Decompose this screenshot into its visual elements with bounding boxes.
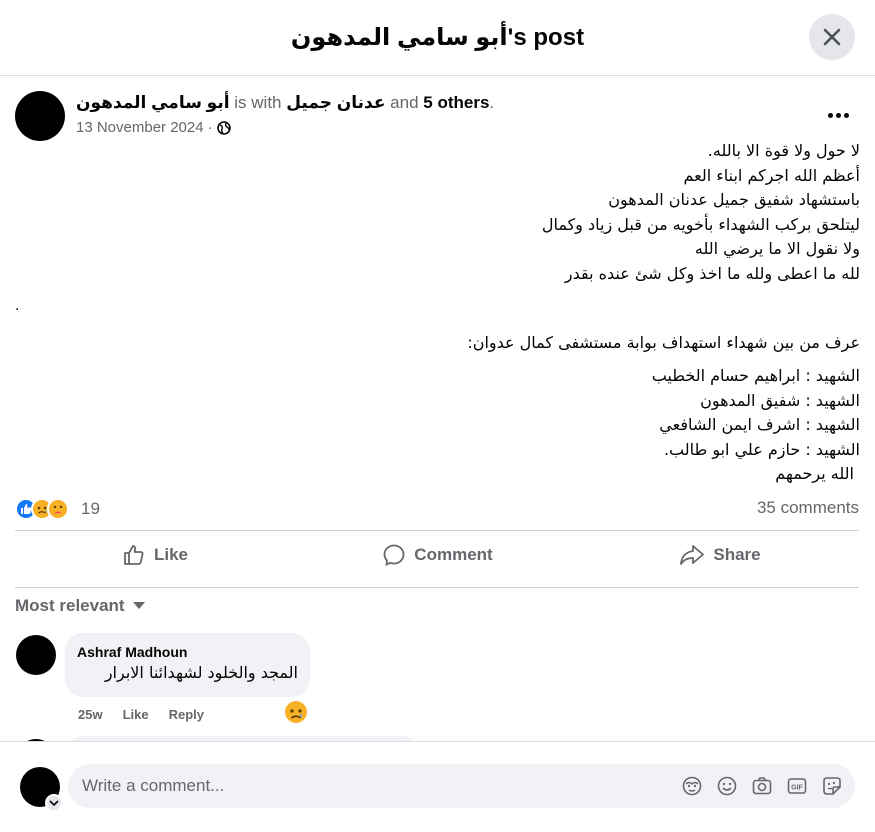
post-options-button[interactable] <box>822 103 854 127</box>
like-icon <box>124 545 144 565</box>
martyr-line: الشهيد : شفيق المدهون <box>700 390 860 410</box>
comment-input-wrapper: GIF <box>68 764 855 808</box>
post-body-announcement: عرف من بين شهداء استهداف بوابة مستشفى كم… <box>467 333 860 352</box>
post-body-line: أعظم الله اجركم ابناء العم <box>683 165 860 185</box>
dialog-title: أبو سامي المدهون's post <box>290 24 585 51</box>
divider <box>15 587 859 588</box>
post-body-line: لا حول ولا قوة الا بالله. <box>707 141 860 160</box>
others-link[interactable]: 5 others <box>423 93 489 112</box>
caret-down-icon <box>132 602 145 609</box>
globe-icon <box>216 120 231 135</box>
care-icon <box>47 498 69 520</box>
and-text: and <box>390 93 419 112</box>
post-body-line: باستشهاد شفيق جميل عدنان المدهون <box>608 190 860 209</box>
sad-icon[interactable] <box>284 700 308 724</box>
reactions-summary[interactable]: 19 <box>15 497 100 521</box>
post-meta: أبو سامي المدهون is with عدنان جميل and … <box>76 92 494 114</box>
share-icon <box>680 545 705 565</box>
post-date-row: 13 November 2024 · <box>76 119 231 136</box>
date-separator: · <box>207 119 213 136</box>
post-body-line: ولا نقول الا ما يرضي الله <box>694 239 860 258</box>
post-scroll-area[interactable]: أبو سامي المدهون is with عدنان جميل and … <box>0 77 875 741</box>
martyrs-list: الشهيد : ابراهيم حسام الخطيب الشهيد : شف… <box>652 364 860 487</box>
post-date[interactable]: 13 November 2024 <box>76 119 204 136</box>
commenter-avatar[interactable] <box>16 635 56 675</box>
gif-icon[interactable]: GIF <box>786 775 808 797</box>
martyr-line: الله يرحمهم <box>775 464 854 483</box>
close-icon <box>823 28 841 46</box>
martyr-line: الشهيد : ابراهيم حسام الخطيب <box>651 366 860 385</box>
emoji-icon[interactable] <box>716 775 738 797</box>
close-button[interactable] <box>809 14 855 60</box>
tagged-user[interactable]: عدنان جميل <box>286 93 385 112</box>
martyr-line: الشهيد : اشرف ايمن الشافعي <box>659 415 860 434</box>
comment-sort-dropdown[interactable]: Most relevant <box>15 596 145 616</box>
comment-bubble: Ashraf Madhoun المجد والخلود لشهدائنا ال… <box>65 633 310 697</box>
composer-icons: GIF <box>681 775 843 797</box>
svg-text:GIF: GIF <box>791 785 803 792</box>
comment-composer: GIF <box>0 741 875 832</box>
like-button[interactable]: Like <box>80 535 230 575</box>
post-body-line: ليتلحق بركب الشهداء بأخويه من قبل زياد و… <box>541 214 860 234</box>
author-name[interactable]: أبو سامي المدهون <box>76 93 230 112</box>
martyr-line: الشهيد : حازم علي ابو طالب. <box>663 439 860 459</box>
comment-text: المجد والخلود لشهدائنا الابرار <box>104 663 298 682</box>
author-avatar[interactable] <box>15 91 65 141</box>
sticker-icon[interactable] <box>821 775 843 797</box>
camera-icon[interactable] <box>751 775 773 797</box>
sort-label: Most relevant <box>15 596 125 615</box>
comment-label: Comment <box>414 545 493 564</box>
reaction-count: 19 <box>81 499 100 518</box>
post-body-line: لله ما اعطى ولله ما اخذ وكل شئ عنده بقدر <box>564 263 860 283</box>
post-body: لا حول ولا قوة الا بالله. أعظم الله اجرك… <box>15 139 860 286</box>
with-text: is with <box>234 93 282 112</box>
comment-author[interactable]: Ashraf Madhoun <box>77 643 298 661</box>
chevron-down-icon[interactable] <box>45 794 63 812</box>
post-body-dot: . <box>15 297 20 314</box>
comment-input[interactable] <box>82 776 642 796</box>
comment-button[interactable]: Comment <box>365 535 510 575</box>
avatar-sticker-icon[interactable] <box>681 775 703 797</box>
divider <box>15 530 859 531</box>
dialog-header: أبو سامي المدهون's post <box>0 0 875 76</box>
comment-like-button[interactable]: Like <box>123 707 149 722</box>
comment-icon <box>383 544 405 566</box>
share-label: Share <box>713 545 761 564</box>
comment-actions: 25w Like Reply <box>78 707 204 722</box>
comments-count[interactable]: 35 comments <box>757 498 859 518</box>
comment-reply-button[interactable]: Reply <box>169 707 204 722</box>
comment-time[interactable]: 25w <box>78 707 103 722</box>
like-label: Like <box>153 545 189 564</box>
meta-period: . <box>489 93 495 112</box>
share-button[interactable]: Share <box>655 535 785 575</box>
